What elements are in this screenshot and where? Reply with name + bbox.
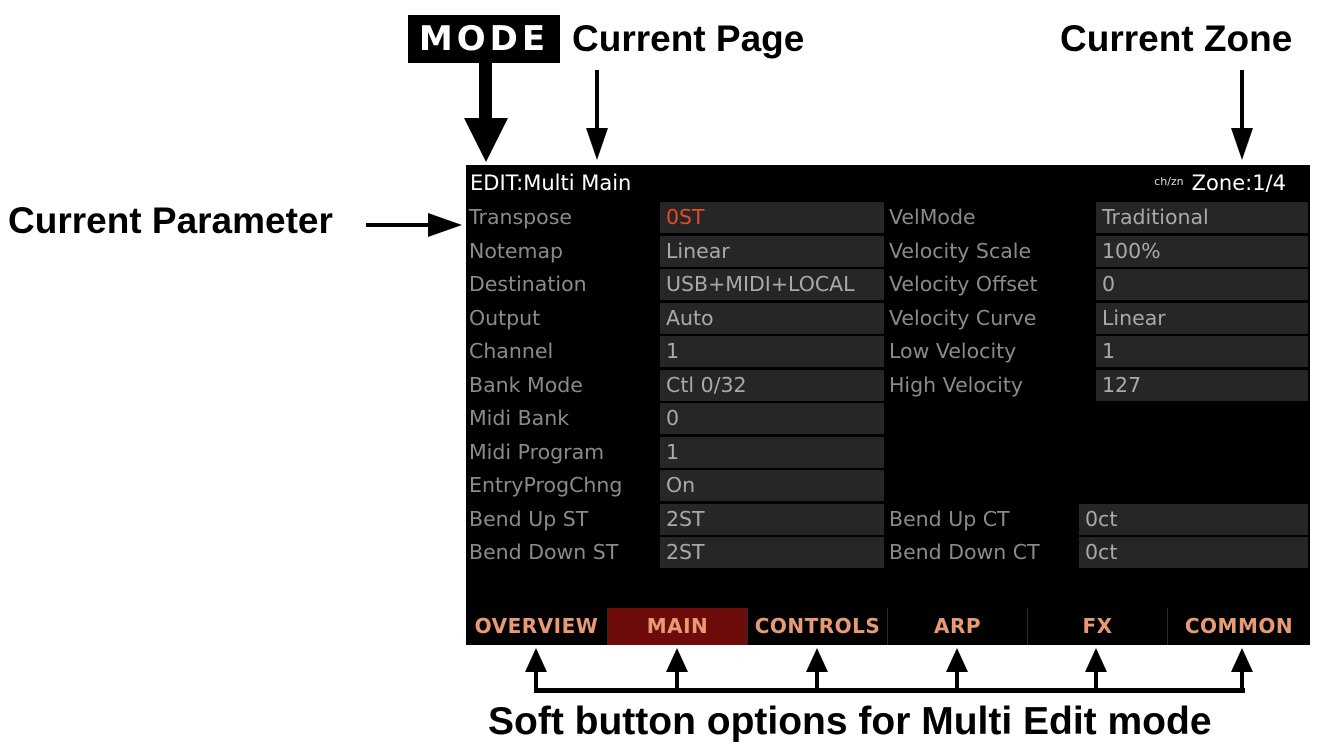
parameter-label: Midi Bank — [466, 403, 660, 434]
current-page-arrow — [586, 70, 608, 160]
parameter-label: Midi Program — [466, 436, 660, 468]
parameter-label: Notemap — [466, 235, 660, 267]
parameter-label: Velocity Curve — [886, 302, 1096, 334]
bracket-arrowhead — [666, 648, 688, 672]
current-parameter-arrow — [366, 213, 462, 237]
parameter-value[interactable]: 2ST — [660, 503, 884, 535]
bracket-stem — [815, 665, 819, 693]
bracket-stem — [955, 665, 959, 693]
parameter-row: Midi Program 1 — [466, 436, 1310, 468]
parameter-row: Output Auto Velocity Curve Linear — [466, 302, 1310, 334]
parameter-value[interactable]: 1 — [1096, 336, 1308, 367]
title-bar: EDIT:Multi Main ch/zn Zone:1/4 — [466, 165, 1310, 199]
bracket-stem — [675, 665, 679, 693]
parameter-value[interactable]: 0 — [660, 403, 884, 434]
device-screen: EDIT:Multi Main ch/zn Zone:1/4 Transpose… — [466, 165, 1310, 645]
parameter-label: EntryProgChng — [466, 470, 660, 501]
softbutton-bracket — [525, 648, 1253, 693]
soft-button-bar: OVERVIEW MAIN CONTROLS ARP FX COMMON — [466, 608, 1310, 645]
parameter-row: Bend Down ST 2ST Bend Down CT 0ct — [466, 537, 1310, 568]
softbutton-main[interactable]: MAIN — [608, 608, 748, 645]
parameter-value[interactable]: Linear — [1096, 302, 1308, 334]
parameter-label: Bend Up ST — [466, 503, 660, 535]
bracket-stem — [1094, 665, 1098, 693]
parameter-row: Bank Mode Ctl 0/32 High Velocity 127 — [466, 369, 1310, 401]
parameter-value[interactable]: Traditional — [1096, 202, 1308, 233]
parameter-row: Midi Bank 0 — [466, 403, 1310, 434]
parameter-label: Velocity Offset — [886, 269, 1096, 300]
bracket-arrowhead — [806, 648, 828, 672]
parameter-value[interactable]: Ctl 0/32 — [660, 369, 884, 401]
bracket-arrowhead — [1085, 648, 1107, 672]
parameter-value[interactable]: 0 — [1096, 269, 1308, 300]
bracket-arrowhead — [1231, 648, 1253, 672]
parameter-value[interactable]: 2ST — [660, 537, 884, 568]
parameter-row: EntryProgChng On — [466, 470, 1310, 501]
parameter-value[interactable]: USB+MIDI+LOCAL — [660, 269, 884, 300]
parameter-label: Transpose — [466, 202, 660, 233]
softbutton-arp[interactable]: ARP — [888, 608, 1028, 645]
parameter-value[interactable]: 0ST — [660, 202, 884, 233]
parameter-row: Transpose 0ST VelMode Traditional — [466, 202, 1310, 233]
softbutton-common[interactable]: COMMON — [1168, 608, 1310, 645]
mode-badge: MODE — [408, 15, 560, 63]
parameter-value[interactable]: 1 — [660, 436, 884, 468]
parameter-label: Velocity Scale — [886, 235, 1096, 267]
softbutton-fx[interactable]: FX — [1028, 608, 1168, 645]
parameter-value[interactable]: 0ct — [1079, 503, 1308, 535]
parameter-label: Channel — [466, 336, 660, 367]
parameter-label: Destination — [466, 269, 660, 300]
parameter-row: Destination USB+MIDI+LOCAL Velocity Offset… — [466, 269, 1310, 300]
channel-zone-icon: ch/zn — [1154, 174, 1184, 188]
parameter-value[interactable]: 127 — [1096, 369, 1308, 401]
parameter-value[interactable]: 1 — [660, 336, 884, 367]
bracket-arrowhead — [946, 648, 968, 672]
parameter-label: Low Velocity — [886, 336, 1096, 367]
parameter-value[interactable]: Auto — [660, 302, 884, 334]
bracket-arrowhead — [525, 648, 547, 672]
mode-arrow — [464, 63, 508, 162]
current-zone-label: Current Zone — [1060, 18, 1293, 59]
bracket-stem — [534, 665, 538, 693]
page-title: EDIT:Multi Main — [470, 171, 632, 195]
parameter-label: Bend Down CT — [886, 537, 1079, 568]
current-parameter-label: Current Parameter — [8, 200, 333, 241]
parameter-label: High Velocity — [886, 369, 1096, 401]
zone-indicator: ch/zn Zone:1/4 — [1154, 171, 1286, 195]
parameter-label: Bank Mode — [466, 369, 660, 401]
softbutton-controls[interactable]: CONTROLS — [748, 608, 888, 645]
parameter-row: Notemap Linear Velocity Scale 100% — [466, 235, 1310, 267]
parameter-value[interactable]: 100% — [1096, 235, 1308, 267]
parameter-row: Bend Up ST 2ST Bend Up CT 0ct — [466, 503, 1310, 535]
current-zone-arrow — [1231, 70, 1253, 160]
zone-value: Zone:1/4 — [1191, 171, 1286, 195]
parameter-value[interactable]: 0ct — [1079, 537, 1308, 568]
bracket-stem — [1240, 665, 1244, 693]
parameter-row: Channel 1 Low Velocity 1 — [466, 336, 1310, 367]
parameter-label: Bend Down ST — [466, 537, 660, 568]
parameter-label: Bend Up CT — [886, 503, 1079, 535]
parameter-value[interactable]: On — [660, 470, 884, 501]
parameter-label: Output — [466, 302, 660, 334]
softbutton-overview[interactable]: OVERVIEW — [466, 608, 608, 645]
softbutton-caption: Soft button options for Multi Edit mode — [488, 700, 1212, 743]
current-page-label: Current Page — [572, 18, 805, 59]
parameter-label: VelMode — [886, 202, 1096, 233]
parameter-value[interactable]: Linear — [660, 235, 884, 267]
